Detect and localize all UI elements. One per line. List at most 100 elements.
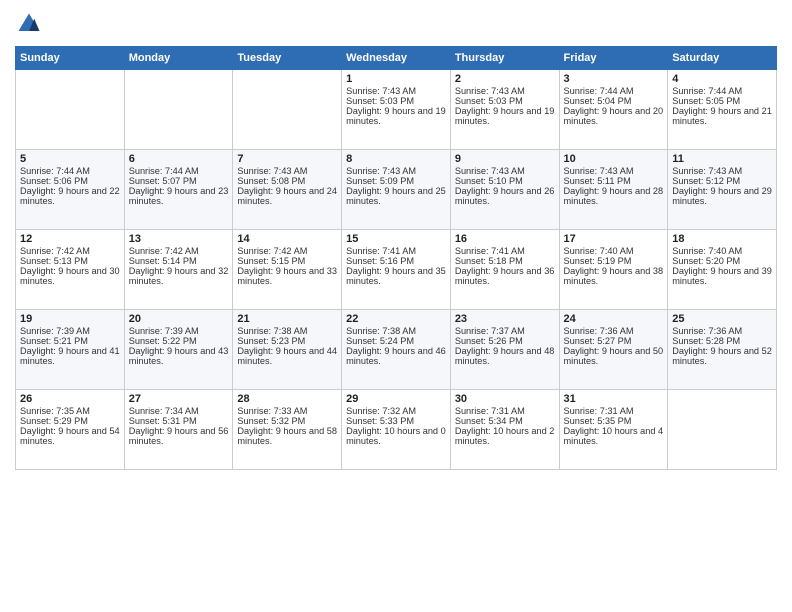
calendar-week-2: 5Sunrise: 7:44 AMSunset: 5:06 PMDaylight… xyxy=(16,150,777,230)
daylight-text: Daylight: 9 hours and 30 minutes. xyxy=(20,266,120,286)
sunrise-text: Sunrise: 7:42 AM xyxy=(129,246,229,256)
daylight-text: Daylight: 9 hours and 56 minutes. xyxy=(129,426,229,446)
sunrise-text: Sunrise: 7:35 AM xyxy=(20,406,120,416)
sunset-text: Sunset: 5:03 PM xyxy=(455,96,555,106)
calendar-cell xyxy=(668,390,777,470)
calendar-cell: 4Sunrise: 7:44 AMSunset: 5:05 PMDaylight… xyxy=(668,70,777,150)
sunset-text: Sunset: 5:24 PM xyxy=(346,336,446,346)
calendar-cell xyxy=(124,70,233,150)
day-number: 29 xyxy=(346,393,446,405)
weekday-header-saturday: Saturday xyxy=(668,47,777,70)
calendar-cell: 9Sunrise: 7:43 AMSunset: 5:10 PMDaylight… xyxy=(450,150,559,230)
calendar-week-1: 1Sunrise: 7:43 AMSunset: 5:03 PMDaylight… xyxy=(16,70,777,150)
sunrise-text: Sunrise: 7:31 AM xyxy=(455,406,555,416)
sunset-text: Sunset: 5:19 PM xyxy=(564,256,664,266)
sunrise-text: Sunrise: 7:41 AM xyxy=(455,246,555,256)
day-number: 26 xyxy=(20,393,120,405)
day-number: 30 xyxy=(455,393,555,405)
sunrise-text: Sunrise: 7:32 AM xyxy=(346,406,446,416)
day-number: 18 xyxy=(672,233,772,245)
calendar-cell: 29Sunrise: 7:32 AMSunset: 5:33 PMDayligh… xyxy=(342,390,451,470)
sunset-text: Sunset: 5:28 PM xyxy=(672,336,772,346)
sunset-text: Sunset: 5:33 PM xyxy=(346,416,446,426)
weekday-header-friday: Friday xyxy=(559,47,668,70)
sunset-text: Sunset: 5:10 PM xyxy=(455,176,555,186)
daylight-text: Daylight: 9 hours and 44 minutes. xyxy=(237,346,337,366)
sunrise-text: Sunrise: 7:44 AM xyxy=(129,166,229,176)
daylight-text: Daylight: 9 hours and 23 minutes. xyxy=(129,186,229,206)
calendar-cell: 17Sunrise: 7:40 AMSunset: 5:19 PMDayligh… xyxy=(559,230,668,310)
sunset-text: Sunset: 5:18 PM xyxy=(455,256,555,266)
sunset-text: Sunset: 5:06 PM xyxy=(20,176,120,186)
calendar-cell: 27Sunrise: 7:34 AMSunset: 5:31 PMDayligh… xyxy=(124,390,233,470)
calendar-cell: 7Sunrise: 7:43 AMSunset: 5:08 PMDaylight… xyxy=(233,150,342,230)
sunrise-text: Sunrise: 7:41 AM xyxy=(346,246,446,256)
sunset-text: Sunset: 5:23 PM xyxy=(237,336,337,346)
day-number: 14 xyxy=(237,233,337,245)
day-number: 9 xyxy=(455,153,555,165)
sunrise-text: Sunrise: 7:44 AM xyxy=(20,166,120,176)
day-number: 11 xyxy=(672,153,772,165)
calendar-cell: 19Sunrise: 7:39 AMSunset: 5:21 PMDayligh… xyxy=(16,310,125,390)
sunrise-text: Sunrise: 7:36 AM xyxy=(564,326,664,336)
sunrise-text: Sunrise: 7:44 AM xyxy=(672,86,772,96)
daylight-text: Daylight: 9 hours and 19 minutes. xyxy=(346,106,446,126)
sunset-text: Sunset: 5:22 PM xyxy=(129,336,229,346)
calendar-cell: 22Sunrise: 7:38 AMSunset: 5:24 PMDayligh… xyxy=(342,310,451,390)
sunset-text: Sunset: 5:32 PM xyxy=(237,416,337,426)
sunrise-text: Sunrise: 7:42 AM xyxy=(20,246,120,256)
sunset-text: Sunset: 5:03 PM xyxy=(346,96,446,106)
calendar-week-4: 19Sunrise: 7:39 AMSunset: 5:21 PMDayligh… xyxy=(16,310,777,390)
daylight-text: Daylight: 9 hours and 29 minutes. xyxy=(672,186,772,206)
sunset-text: Sunset: 5:15 PM xyxy=(237,256,337,266)
daylight-text: Daylight: 10 hours and 4 minutes. xyxy=(564,426,664,446)
sunrise-text: Sunrise: 7:34 AM xyxy=(129,406,229,416)
day-number: 24 xyxy=(564,313,664,325)
calendar-cell: 2Sunrise: 7:43 AMSunset: 5:03 PMDaylight… xyxy=(450,70,559,150)
weekday-header-sunday: Sunday xyxy=(16,47,125,70)
sunrise-text: Sunrise: 7:33 AM xyxy=(237,406,337,416)
sunrise-text: Sunrise: 7:36 AM xyxy=(672,326,772,336)
daylight-text: Daylight: 9 hours and 33 minutes. xyxy=(237,266,337,286)
daylight-text: Daylight: 9 hours and 58 minutes. xyxy=(237,426,337,446)
calendar-cell: 5Sunrise: 7:44 AMSunset: 5:06 PMDaylight… xyxy=(16,150,125,230)
calendar-cell: 6Sunrise: 7:44 AMSunset: 5:07 PMDaylight… xyxy=(124,150,233,230)
calendar-cell: 21Sunrise: 7:38 AMSunset: 5:23 PMDayligh… xyxy=(233,310,342,390)
day-number: 4 xyxy=(672,73,772,85)
calendar-cell: 26Sunrise: 7:35 AMSunset: 5:29 PMDayligh… xyxy=(16,390,125,470)
day-number: 3 xyxy=(564,73,664,85)
daylight-text: Daylight: 9 hours and 20 minutes. xyxy=(564,106,664,126)
sunrise-text: Sunrise: 7:43 AM xyxy=(455,86,555,96)
sunrise-text: Sunrise: 7:40 AM xyxy=(672,246,772,256)
sunset-text: Sunset: 5:05 PM xyxy=(672,96,772,106)
day-number: 17 xyxy=(564,233,664,245)
calendar-cell: 8Sunrise: 7:43 AMSunset: 5:09 PMDaylight… xyxy=(342,150,451,230)
daylight-text: Daylight: 9 hours and 52 minutes. xyxy=(672,346,772,366)
sunset-text: Sunset: 5:14 PM xyxy=(129,256,229,266)
calendar-cell: 25Sunrise: 7:36 AMSunset: 5:28 PMDayligh… xyxy=(668,310,777,390)
day-number: 19 xyxy=(20,313,120,325)
sunrise-text: Sunrise: 7:43 AM xyxy=(237,166,337,176)
daylight-text: Daylight: 9 hours and 35 minutes. xyxy=(346,266,446,286)
day-number: 22 xyxy=(346,313,446,325)
sunset-text: Sunset: 5:26 PM xyxy=(455,336,555,346)
sunset-text: Sunset: 5:16 PM xyxy=(346,256,446,266)
daylight-text: Daylight: 9 hours and 24 minutes. xyxy=(237,186,337,206)
daylight-text: Daylight: 9 hours and 43 minutes. xyxy=(129,346,229,366)
day-number: 16 xyxy=(455,233,555,245)
sunset-text: Sunset: 5:20 PM xyxy=(672,256,772,266)
calendar-cell: 14Sunrise: 7:42 AMSunset: 5:15 PMDayligh… xyxy=(233,230,342,310)
calendar-cell: 15Sunrise: 7:41 AMSunset: 5:16 PMDayligh… xyxy=(342,230,451,310)
calendar-week-3: 12Sunrise: 7:42 AMSunset: 5:13 PMDayligh… xyxy=(16,230,777,310)
sunset-text: Sunset: 5:31 PM xyxy=(129,416,229,426)
day-number: 8 xyxy=(346,153,446,165)
weekday-header-monday: Monday xyxy=(124,47,233,70)
weekday-header-tuesday: Tuesday xyxy=(233,47,342,70)
weekday-header-wednesday: Wednesday xyxy=(342,47,451,70)
daylight-text: Daylight: 9 hours and 21 minutes. xyxy=(672,106,772,126)
calendar-cell: 16Sunrise: 7:41 AMSunset: 5:18 PMDayligh… xyxy=(450,230,559,310)
day-number: 15 xyxy=(346,233,446,245)
sunrise-text: Sunrise: 7:44 AM xyxy=(564,86,664,96)
day-number: 12 xyxy=(20,233,120,245)
sunset-text: Sunset: 5:27 PM xyxy=(564,336,664,346)
